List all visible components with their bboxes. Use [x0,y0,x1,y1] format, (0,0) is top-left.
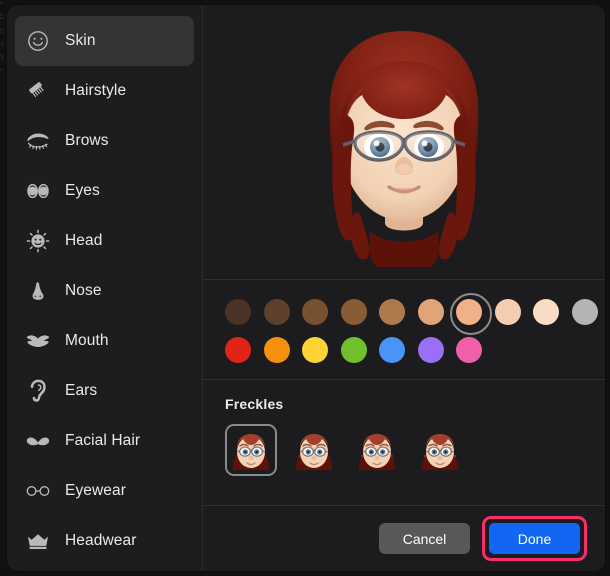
swatch-dot [264,337,290,363]
swatch-dot [302,337,328,363]
freckles-option-none[interactable] [225,424,277,476]
freckles-title: Freckles [225,396,605,412]
dialog-footer: Cancel Done [203,506,605,571]
accent-green[interactable] [341,337,367,363]
skin-tone-3[interactable] [302,299,328,325]
sidebar-item-ears[interactable]: Ears [15,366,194,416]
sidebar-item-eyes[interactable]: Eyes [15,166,194,216]
skin-tone-4[interactable] [341,299,367,325]
swatch-dot [225,337,251,363]
color-swatch-area[interactable] [203,280,605,380]
mustache-icon [25,428,51,454]
sidebar-item-facial-hair[interactable]: Facial Hair [15,416,194,466]
eyes-icon [25,178,51,204]
freckles-section: Freckles [203,380,605,506]
skin-tone-10[interactable] [572,299,598,325]
swatch-dot [418,299,444,325]
glasses-icon [25,478,51,504]
sidebar-item-label: Brows [65,132,109,150]
swatch-dot [264,299,290,325]
done-button[interactable]: Done [489,523,580,554]
accent-red[interactable] [225,337,251,363]
sidebar-item-nose[interactable]: Nose [15,266,194,316]
sidebar-item-brows[interactable]: Brows [15,116,194,166]
crown-icon [25,528,51,554]
sidebar-item-label: Eyewear [65,482,126,500]
sidebar-item-label: Hairstyle [65,82,126,100]
editor-panel: Freckles Cancel Done [203,5,605,571]
freckles-option-heavy[interactable] [414,424,466,476]
accent-color-row[interactable] [225,337,605,363]
sidebar-item-eyewear[interactable]: Eyewear [15,466,194,516]
memoji-editor-screen: A M V Z C L Skin [0,0,610,576]
ear-icon [25,378,51,404]
sidebar-item-label: Facial Hair [65,432,140,450]
head-shape-icon [25,228,51,254]
sidebar-item-label: Nose [65,282,102,300]
swatch-dot [341,337,367,363]
lips-icon [25,328,51,354]
sidebar-item-label: Ears [65,382,97,400]
swatch-dot [341,299,367,325]
sidebar-item-label: Skin [65,32,96,50]
done-button-highlight: Done [482,516,587,561]
smiley-circle-icon [25,28,51,54]
skin-tone-9[interactable] [533,299,559,325]
freckles-option-light[interactable] [288,424,340,476]
sidebar-item-label: Mouth [65,332,109,350]
swatch-dot [379,337,405,363]
accent-blue[interactable] [379,337,405,363]
avatar-preview-area [203,5,605,280]
accent-orange[interactable] [264,337,290,363]
sidebar-item-hairstyle[interactable]: Hairstyle [15,66,194,116]
sidebar-item-label: Head [65,232,102,250]
cancel-button[interactable]: Cancel [379,523,470,554]
swatch-dot [379,299,405,325]
sidebar-item-head[interactable]: Head [15,216,194,266]
accent-pink[interactable] [456,337,482,363]
comb-icon [25,78,51,104]
skin-tone-6[interactable] [418,299,444,325]
category-sidebar[interactable]: Skin Hairstyle [7,5,203,571]
freckles-option-medium[interactable] [351,424,403,476]
freckles-option-row[interactable] [225,424,605,476]
skin-tone-8[interactable] [495,299,521,325]
sidebar-item-headwear[interactable]: Headwear [15,516,194,566]
skin-tone-2[interactable] [264,299,290,325]
sidebar-item-mouth[interactable]: Mouth [15,316,194,366]
eyebrow-icon [25,128,51,154]
sidebar-item-label: Eyes [65,182,100,200]
skin-tone-5[interactable] [379,299,405,325]
swatch-dot [533,299,559,325]
swatch-dot [225,299,251,325]
skin-tone-7[interactable] [456,299,482,325]
sidebar-item-label: Headwear [65,532,136,550]
swatch-dot [456,299,482,325]
skin-tone-1[interactable] [225,299,251,325]
memoji-editor-dialog: Skin Hairstyle [7,5,605,571]
swatch-dot [302,299,328,325]
skin-tone-row[interactable] [225,299,605,325]
swatch-dot [456,337,482,363]
accent-purple[interactable] [418,337,444,363]
swatch-dot [495,299,521,325]
swatch-dot [418,337,444,363]
nose-icon [25,278,51,304]
sidebar-item-skin[interactable]: Skin [15,16,194,66]
memoji-avatar-preview [289,17,519,267]
swatch-dot [572,299,598,325]
accent-yellow[interactable] [302,337,328,363]
